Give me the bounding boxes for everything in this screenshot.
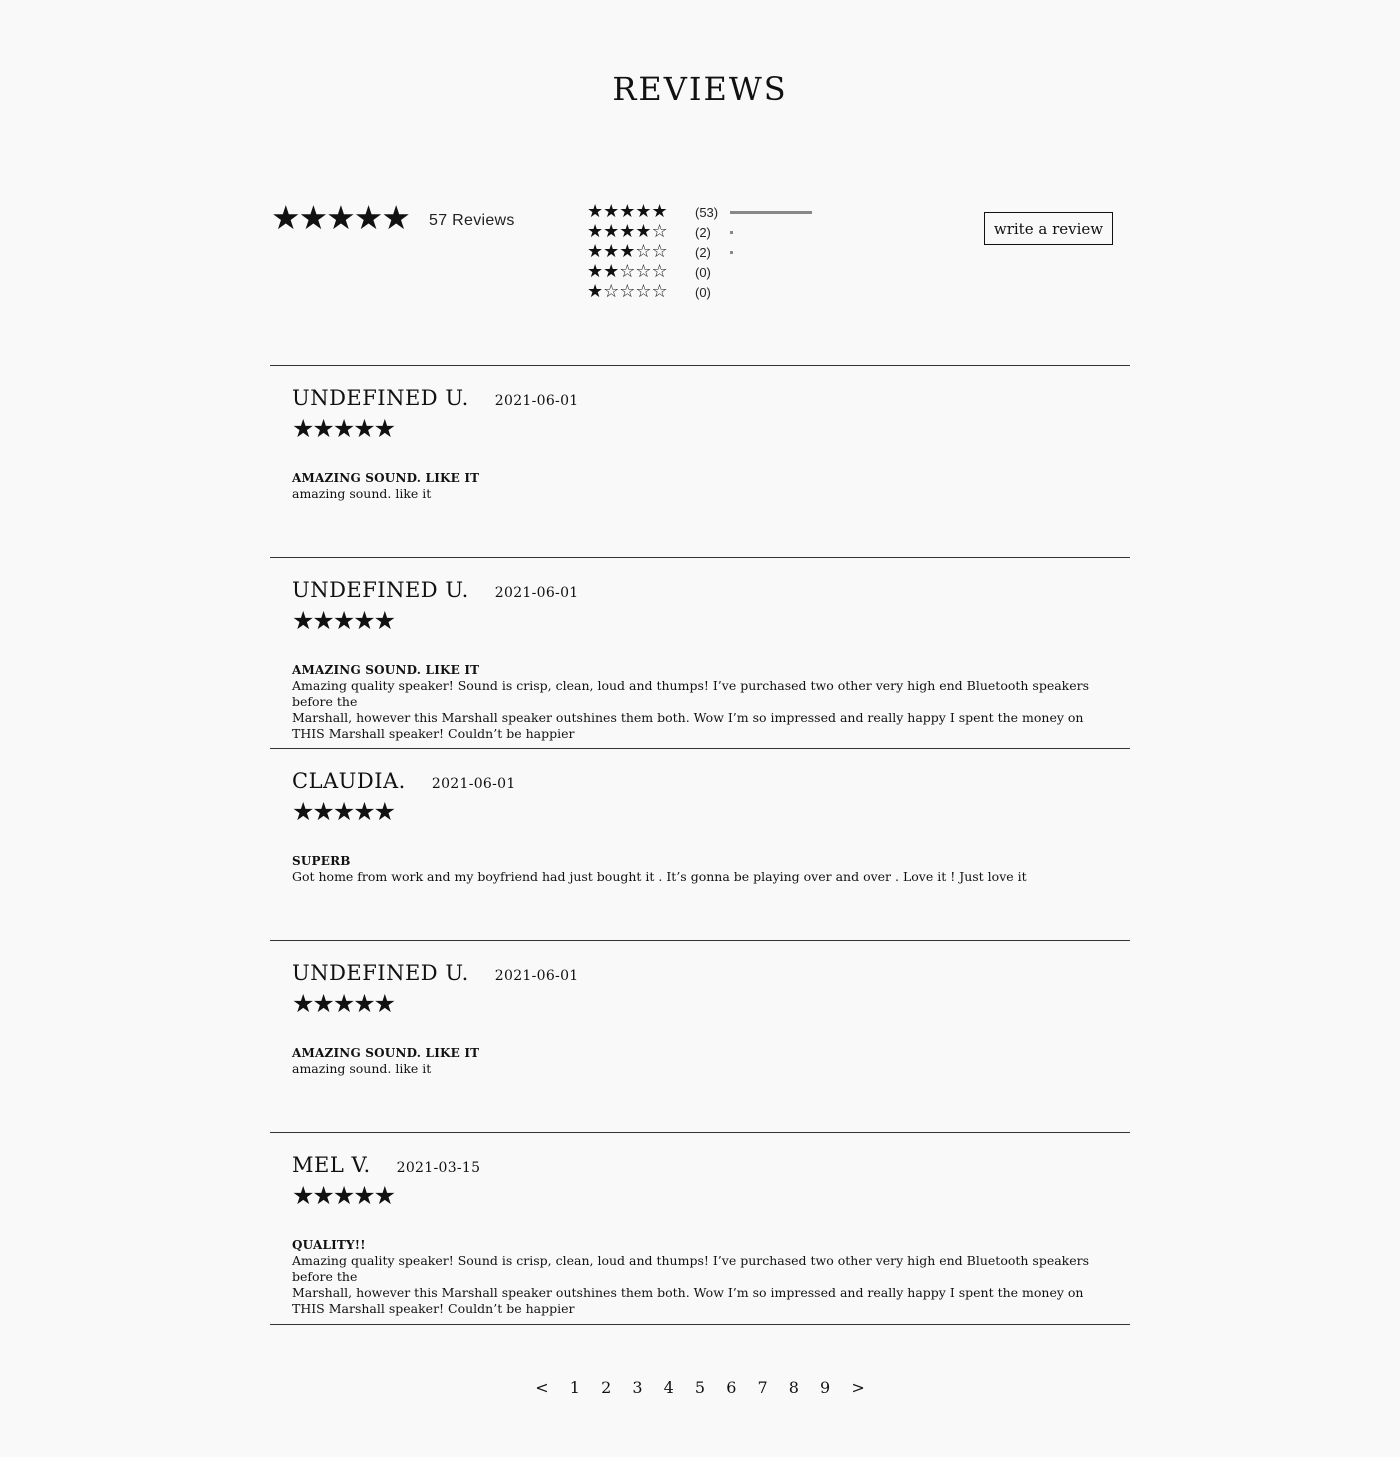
page-link-5[interactable]: 5 <box>695 1378 705 1397</box>
review-item: UNDEFINED U. 2021-06-01 ★★★★★ AMAZING SOU… <box>270 365 1130 557</box>
review-date: 2021-06-01 <box>494 393 579 409</box>
review-header: UNDEFINED U. 2021-06-01 <box>292 386 579 410</box>
five-star-icon: ★★★★★ <box>587 201 668 222</box>
review-date: 2021-06-01 <box>494 968 579 984</box>
rating-count: (0) <box>695 264 711 280</box>
two-star-icon: ★★☆☆☆ <box>587 261 668 282</box>
average-rating-stars-icon: ★★★★★ <box>271 198 411 237</box>
reviewer-name: UNDEFINED U. <box>292 386 469 410</box>
review-stars-icon: ★★★★★ <box>292 989 396 1018</box>
rating-row-3[interactable]: ★★★☆☆ (2) <box>587 242 827 262</box>
review-item: CLAUDIA. 2021-06-01 ★★★★★ SUPERB Got home… <box>270 748 1130 940</box>
three-star-icon: ★★★☆☆ <box>587 241 668 262</box>
rating-count: (2) <box>695 244 711 260</box>
review-body: amazing sound. like it <box>292 1061 432 1076</box>
rating-row-5[interactable]: ★★★★★ (53) <box>587 202 827 222</box>
review-header: CLAUDIA. 2021-06-01 <box>292 769 516 793</box>
review-item: UNDEFINED U. 2021-06-01 ★★★★★ AMAZING SOU… <box>270 557 1130 748</box>
page-link-3[interactable]: 3 <box>632 1378 642 1397</box>
review-title: AMAZING SOUND. LIKE IT <box>292 471 480 485</box>
page-link-4[interactable]: 4 <box>664 1378 674 1397</box>
page-link-1[interactable]: 1 <box>570 1378 580 1397</box>
next-page-chevron-icon[interactable]: > <box>851 1378 864 1397</box>
review-stars-icon: ★★★★★ <box>292 1181 396 1210</box>
divider <box>270 1324 1130 1325</box>
one-star-icon: ★☆☆☆☆ <box>587 281 668 302</box>
page-link-9[interactable]: 9 <box>820 1378 830 1397</box>
review-title: QUALITY!! <box>292 1238 366 1252</box>
reviewer-name: UNDEFINED U. <box>292 961 469 985</box>
review-stars-icon: ★★★★★ <box>292 797 396 826</box>
rating-bar <box>730 250 733 254</box>
review-body: Amazing quality speaker! Sound is crisp,… <box>292 678 1090 741</box>
review-stars-icon: ★★★★★ <box>292 414 396 443</box>
review-item: UNDEFINED U. 2021-06-01 ★★★★★ AMAZING SOU… <box>270 940 1130 1132</box>
rating-count: (53) <box>695 204 719 220</box>
review-header: UNDEFINED U. 2021-06-01 <box>292 578 579 602</box>
rating-row-1[interactable]: ★☆☆☆☆ (0) <box>587 282 827 302</box>
review-header: MEL V. 2021-03-15 <box>292 1153 480 1177</box>
rating-row-4[interactable]: ★★★★☆ (2) <box>587 222 827 242</box>
review-body: Amazing quality speaker! Sound is crisp,… <box>292 1253 1090 1316</box>
rating-breakdown: ★★★★★ (53) ★★★★☆ (2) ★★★☆☆ (2) ★★☆☆☆ (0)… <box>587 202 827 302</box>
reviewer-name: CLAUDIA. <box>292 769 406 793</box>
review-body: amazing sound. like it <box>292 486 432 501</box>
review-stars-icon: ★★★★★ <box>292 606 396 635</box>
page-link-6[interactable]: 6 <box>726 1378 736 1397</box>
write-review-button[interactable]: write a review <box>984 212 1113 245</box>
review-date: 2021-06-01 <box>494 585 579 601</box>
rating-count: (2) <box>695 224 711 240</box>
reviewer-name: UNDEFINED U. <box>292 578 469 602</box>
review-count: 57 Reviews <box>429 212 515 229</box>
review-title: SUPERB <box>292 854 351 868</box>
prev-page-chevron-icon[interactable]: < <box>535 1378 548 1397</box>
pagination: < 1 2 3 4 5 6 7 8 9 > <box>0 1378 1400 1397</box>
page-title: REVIEWS <box>612 70 788 108</box>
review-title: AMAZING SOUND. LIKE IT <box>292 1046 480 1060</box>
review-date: 2021-03-15 <box>396 1160 481 1176</box>
page-link-8[interactable]: 8 <box>789 1378 799 1397</box>
page-link-7[interactable]: 7 <box>757 1378 767 1397</box>
rating-bar <box>730 210 812 214</box>
review-header: UNDEFINED U. 2021-06-01 <box>292 961 579 985</box>
review-title: AMAZING SOUND. LIKE IT <box>292 663 480 677</box>
four-star-icon: ★★★★☆ <box>587 221 668 242</box>
review-body: Got home from work and my boyfriend had … <box>292 869 1027 884</box>
page-link-2[interactable]: 2 <box>601 1378 611 1397</box>
review-item: MEL V. 2021-03-15 ★★★★★ QUALITY!! Amazing… <box>270 1132 1130 1324</box>
rating-bar <box>730 230 733 234</box>
review-date: 2021-06-01 <box>431 776 516 792</box>
rating-count: (0) <box>695 284 711 300</box>
reviewer-name: MEL V. <box>292 1153 371 1177</box>
rating-row-2[interactable]: ★★☆☆☆ (0) <box>587 262 827 282</box>
